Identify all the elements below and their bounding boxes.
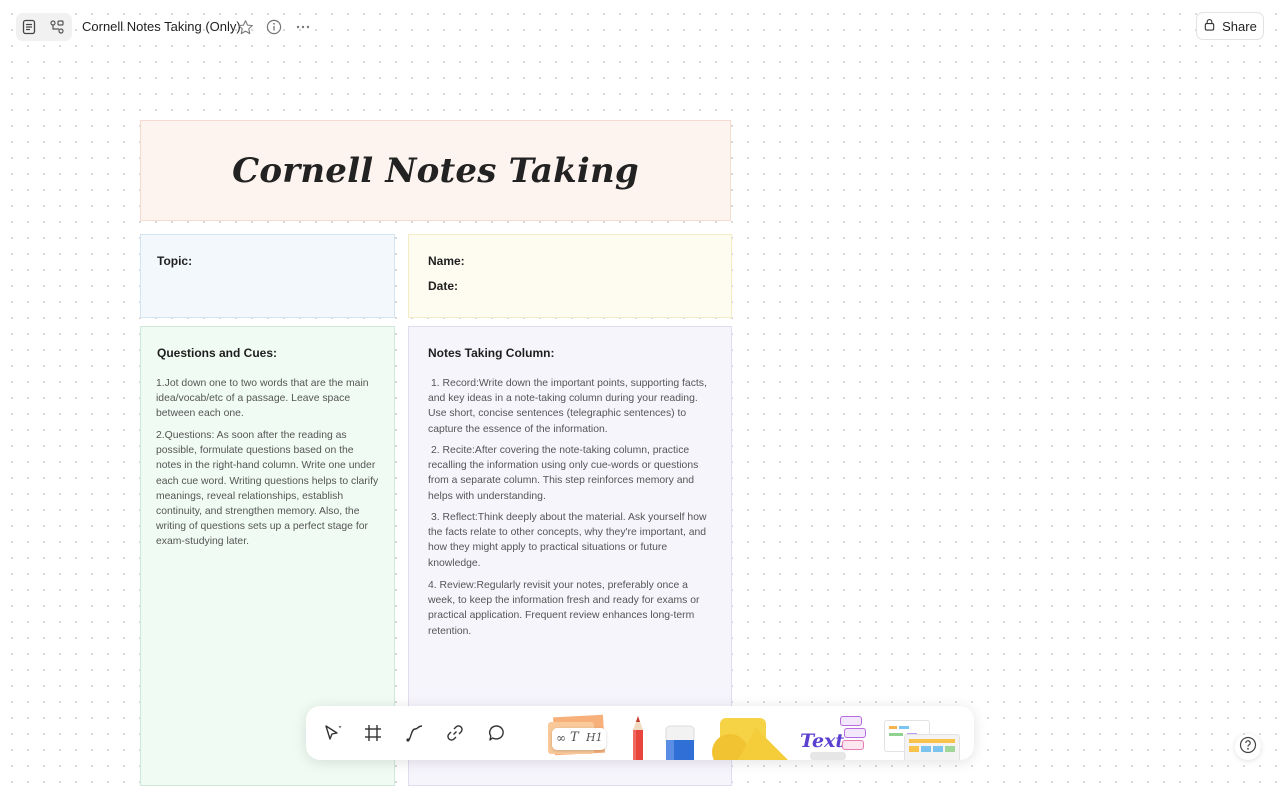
h1-label: H1 (586, 731, 603, 744)
topic-label: Topic: (157, 254, 193, 268)
notes-item-1: 1. Record:Write down the important point… (428, 378, 707, 435)
questions-item-2: 2.Questions: As soon after the reading a… (156, 430, 379, 548)
shape-tool-icon[interactable] (708, 718, 788, 760)
notes-heading: Notes Taking Column: (428, 346, 555, 360)
link-icon: ∞ (556, 731, 566, 745)
comment-tool-icon[interactable] (484, 720, 510, 746)
link-tool-icon[interactable] (442, 720, 468, 746)
pencil-tool-icon[interactable] (628, 714, 648, 760)
text-tool-sticker[interactable]: Text (798, 714, 870, 760)
notes-item-4: 4. Review:Regularly revisit your notes, … (428, 580, 700, 637)
flow-icon[interactable] (46, 16, 68, 38)
document-icon[interactable] (18, 16, 40, 38)
share-button[interactable]: Share (1196, 12, 1264, 40)
title-card[interactable]: Cornell Notes Taking (140, 120, 731, 221)
notes-item-3: 3. Reflect:Think deeply about the materi… (428, 512, 707, 569)
notes-item-2: 2. Recite:After covering the note-taking… (428, 445, 699, 502)
date-label: Date: (428, 279, 459, 293)
bottom-toolbar: ∞ T H1 Text (306, 706, 974, 760)
topic-card[interactable]: Topic: (140, 234, 395, 318)
document-title[interactable]: Cornell Notes Taking (Only) (82, 19, 241, 34)
help-icon (1239, 736, 1257, 759)
select-tool-icon[interactable] (319, 720, 345, 746)
top-bar: Cornell Notes Taking (Only) Share (0, 0, 1280, 52)
questions-heading: Questions and Cues: (157, 346, 278, 360)
connector-tool-icon[interactable] (402, 720, 428, 746)
more-icon[interactable] (292, 16, 314, 38)
text-t-icon: T (570, 730, 579, 745)
name-date-card[interactable]: Name: Date: (408, 234, 732, 318)
share-label: Share (1222, 18, 1257, 34)
questions-item-1: 1.Jot down one to two words that are the… (156, 378, 369, 420)
help-button[interactable] (1235, 734, 1261, 760)
name-label: Name: (428, 254, 465, 268)
board-title: Cornell Notes Taking (232, 150, 639, 191)
info-icon[interactable] (263, 16, 285, 38)
frame-tool-icon[interactable] (360, 720, 386, 746)
text-sticker-label: Text (800, 730, 845, 752)
star-icon[interactable] (234, 16, 256, 38)
lock-icon (1203, 18, 1216, 34)
eraser-tool-icon[interactable] (664, 724, 696, 760)
sticky-note-sticker[interactable]: ∞ T H1 (546, 714, 612, 760)
templates-sticker[interactable] (882, 714, 962, 760)
